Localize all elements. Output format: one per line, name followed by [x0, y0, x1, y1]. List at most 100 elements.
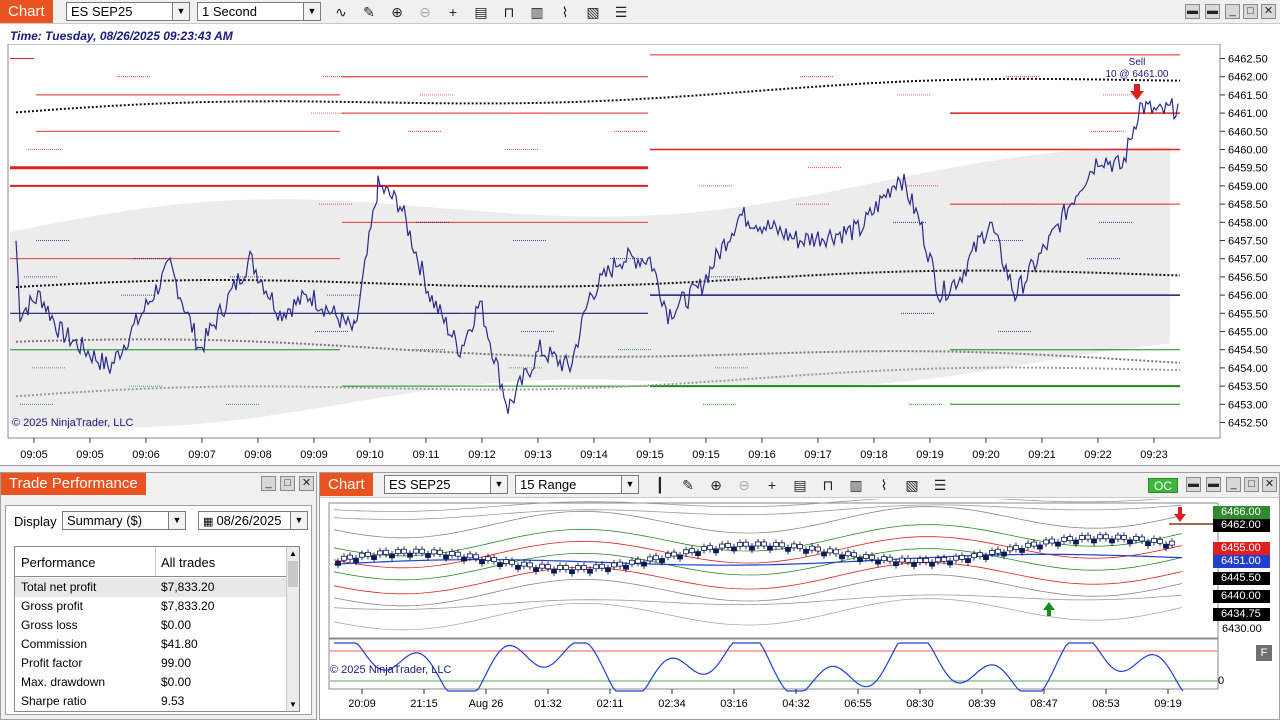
draw-pencil-icon[interactable]: ✎: [678, 475, 698, 495]
candle-body: [617, 561, 623, 567]
chart-style-icon[interactable]: ∿: [331, 2, 351, 22]
interval-select[interactable]: 1 Second ▼: [197, 2, 321, 21]
vertical-scrollbar[interactable]: ▲ ▼: [286, 547, 299, 711]
indicators-icon[interactable]: ▥: [527, 2, 547, 22]
time-tick-label: 09:10: [356, 449, 384, 461]
window-tile-icon[interactable]: ▬: [1185, 4, 1200, 19]
candle-body: [893, 561, 899, 567]
candle-body: [689, 548, 695, 554]
properties-icon[interactable]: ⊓: [818, 475, 838, 495]
close-icon[interactable]: ✕: [299, 476, 314, 491]
bar-type-icon[interactable]: ┃: [650, 475, 670, 495]
strategies-icon[interactable]: ⌇: [874, 475, 894, 495]
candle-body: [407, 552, 413, 558]
panel-toggle-button[interactable]: F: [1256, 645, 1272, 661]
performance-row[interactable]: Commission $41.80: [15, 635, 299, 654]
candle-body: [731, 546, 737, 552]
close-icon[interactable]: ✕: [1262, 477, 1277, 492]
window-tile-icon[interactable]: ▬: [1186, 477, 1201, 492]
draw-pencil-icon[interactable]: ✎: [359, 2, 379, 22]
crosshair-icon[interactable]: +: [443, 2, 463, 22]
performance-table: Performance All trades Total net profit $…: [14, 546, 300, 712]
list-icon[interactable]: ☰: [930, 475, 950, 495]
templates-icon[interactable]: ▧: [902, 475, 922, 495]
display-select[interactable]: Summary ($) ▼: [62, 511, 186, 530]
price-tick-label: 6460.00: [1228, 145, 1268, 157]
scroll-up-icon[interactable]: ▲: [289, 549, 297, 558]
col-performance[interactable]: Performance: [21, 555, 95, 570]
candle-body: [695, 551, 701, 556]
instrument-select-2[interactable]: ES SEP25 ▼: [384, 475, 508, 494]
candle-body: [749, 545, 755, 551]
list-icon[interactable]: ☰: [611, 2, 631, 22]
zoom-out-icon[interactable]: ⊖: [734, 475, 754, 495]
date-picker[interactable]: ▦ 08/26/2025 ▼: [198, 511, 308, 530]
maximize-icon[interactable]: □: [1243, 4, 1258, 19]
minimize-icon[interactable]: _: [1226, 477, 1241, 492]
performance-row[interactable]: Max. drawdown $0.00: [15, 673, 299, 692]
scroll-down-icon[interactable]: ▼: [289, 700, 297, 709]
price-tick-label: 6456.00: [1228, 290, 1268, 302]
candle-body: [641, 561, 647, 567]
performance-row[interactable]: Gross loss $0.00: [15, 616, 299, 635]
instrument-select[interactable]: ES SEP25 ▼: [66, 2, 190, 21]
candle-body: [1055, 541, 1061, 547]
zoom-in-icon[interactable]: ⊕: [387, 2, 407, 22]
templates-icon[interactable]: ▧: [583, 2, 603, 22]
strategies-icon[interactable]: ⌇: [555, 2, 575, 22]
candle-body: [347, 554, 353, 560]
oscillator-zero-label: 0: [1218, 675, 1225, 687]
main-copyright: © 2025 NinjaTrader, LLC: [12, 417, 134, 429]
minimize-icon[interactable]: _: [261, 476, 276, 491]
interval-value: 1 Second: [202, 4, 257, 19]
performance-row[interactable]: Total net profit $7,833.20: [15, 578, 299, 597]
candle-body: [1127, 539, 1133, 545]
range-chart-tab[interactable]: Chart: [320, 473, 373, 496]
candle-body: [773, 542, 779, 547]
close-icon[interactable]: ✕: [1261, 4, 1276, 19]
zoom-in-icon[interactable]: ⊕: [706, 475, 726, 495]
scroll-thumb[interactable]: [288, 561, 298, 587]
time-tick-label: 09:13: [524, 449, 552, 461]
candle-body: [389, 553, 395, 559]
window-stack-icon[interactable]: ▬: [1206, 477, 1221, 492]
candle-body: [647, 556, 653, 562]
performance-row[interactable]: Gross profit $7,833.20: [15, 597, 299, 616]
column-divider: [155, 547, 156, 576]
candle-body: [497, 562, 503, 567]
indicators-icon[interactable]: ▥: [846, 475, 866, 495]
candle-body: [443, 554, 449, 560]
range-price-chart[interactable]: 20:09 21:15 Aug 26 01:32 02:11 02:34 03:16 04:3…: [320, 499, 1280, 719]
price-tick-label: 6455.00: [1228, 327, 1268, 339]
performance-row[interactable]: Sharpe ratio 9.53: [15, 692, 299, 711]
maximize-icon[interactable]: □: [280, 476, 295, 491]
main-chart-tab[interactable]: Chart: [0, 0, 53, 23]
candle-body: [977, 552, 983, 558]
main-price-chart[interactable]: 6462.50 6462.00 6461.50 6461.00 6460.50 6460.…: [0, 44, 1280, 464]
crosshair-icon[interactable]: +: [762, 475, 782, 495]
window-stack-icon[interactable]: ▬: [1205, 4, 1220, 19]
order-control-badge[interactable]: OC: [1148, 478, 1178, 493]
col-all-trades[interactable]: All trades: [161, 555, 215, 570]
properties-icon[interactable]: ⊓: [499, 2, 519, 22]
performance-row[interactable]: Profit factor 99.00: [15, 654, 299, 673]
zoom-out-icon[interactable]: ⊖: [415, 2, 435, 22]
data-box-icon[interactable]: ▤: [471, 2, 491, 22]
interval-select-2[interactable]: 15 Range ▼: [515, 475, 639, 494]
candle-body: [353, 557, 359, 563]
instrument-value: ES SEP25: [71, 4, 133, 19]
price-tick-label: 6461.00: [1228, 108, 1268, 120]
minimize-icon[interactable]: _: [1225, 4, 1240, 19]
candle-body: [917, 558, 923, 563]
candle-body: [1049, 538, 1055, 544]
time-tick-label: 09:22: [1084, 449, 1112, 461]
candle-body: [491, 557, 497, 562]
candle-body: [1115, 534, 1121, 540]
data-box-icon[interactable]: ▤: [790, 475, 810, 495]
candle-body: [857, 557, 863, 562]
trade-performance-tab[interactable]: Trade Performance: [1, 473, 146, 495]
calendar-icon: ▦: [203, 516, 217, 528]
candle-body: [707, 545, 713, 551]
maximize-icon[interactable]: □: [1244, 477, 1259, 492]
chevron-down-icon: ▼: [172, 3, 189, 20]
